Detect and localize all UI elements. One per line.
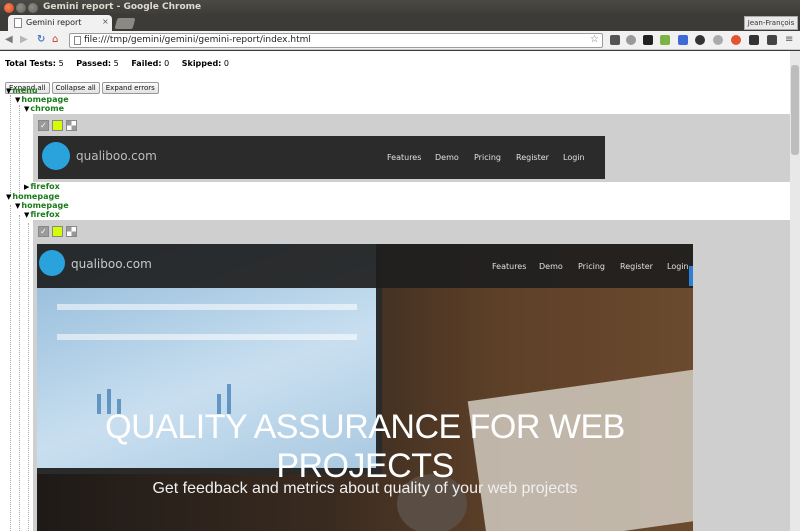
expanded-arrow-icon: ▼ <box>24 211 30 219</box>
scrollbar-thumb[interactable] <box>791 65 799 155</box>
expanded-arrow-icon: ▼ <box>15 96 21 104</box>
tree-guide <box>10 95 11 197</box>
window-minimize-icon[interactable] <box>16 3 26 13</box>
chat-icon[interactable] <box>713 35 723 45</box>
checkmark-icon[interactable]: ✓ <box>38 120 49 131</box>
page-icon <box>14 18 22 28</box>
bookmark-star-icon[interactable]: ☆ <box>590 34 599 45</box>
nav-link: Register <box>620 262 653 271</box>
tree-node-browser[interactable]: ▼firefox <box>24 210 60 219</box>
profile-button[interactable]: Jean-François <box>744 16 798 30</box>
skipped-value: 0 <box>223 59 230 68</box>
tree-guide <box>19 215 20 531</box>
collapsed-arrow-icon: ▶ <box>24 183 30 191</box>
forward-icon[interactable]: ▶ <box>20 34 28 45</box>
moose-logo-icon <box>42 142 70 170</box>
tree-guide <box>19 105 20 197</box>
browser-label: firefox <box>30 182 60 191</box>
tree-node-suite[interactable]: ▼menu <box>6 86 38 95</box>
result-panel: ✓ qualiboo.com Features Demo Pricing Reg… <box>33 114 790 182</box>
tree-node-browser[interactable]: ▶firefox <box>24 182 60 191</box>
window-close-icon[interactable] <box>4 3 14 13</box>
browser-label: chrome <box>30 104 65 113</box>
brand-name: qualiboo.com <box>76 149 157 163</box>
nav-link: Demo <box>435 153 459 162</box>
nav-link: Pricing <box>474 153 501 162</box>
layers-icon[interactable] <box>749 35 759 45</box>
address-url[interactable]: file:///tmp/gemini/gemini/gemini-report/… <box>84 35 311 45</box>
tab-close-icon[interactable]: × <box>102 17 109 26</box>
total-label: Total Tests: <box>5 59 57 68</box>
tree-node-state[interactable]: ▼homepage <box>15 95 69 104</box>
new-tab-button[interactable] <box>114 18 136 29</box>
skipped-label: Skipped: <box>181 59 222 68</box>
nav-link: Features <box>492 262 527 271</box>
nav-link: Login <box>563 153 585 162</box>
passed-value: 5 <box>113 59 119 68</box>
diff-mode-icon[interactable] <box>66 226 77 237</box>
nav-link: Demo <box>539 262 563 271</box>
passed-label: Passed: <box>76 59 112 68</box>
clock-icon[interactable] <box>695 35 705 45</box>
nav-link: Login <box>667 262 689 271</box>
hero-subheadline: Get feedback and metrics about quality o… <box>152 480 578 497</box>
hero-navbar: qualiboo.com Features Demo Pricing Regis… <box>37 244 693 288</box>
expand-errors-button[interactable]: Expand errors <box>101 82 159 94</box>
diff-color-swatch[interactable] <box>52 226 63 237</box>
info-icon[interactable] <box>626 35 636 45</box>
reference-screenshot: qualiboo.com Features Demo Pricing Regis… <box>38 136 605 179</box>
test-summary: Total Tests: 5 Passed: 5 Failed: 0 Skipp… <box>5 59 229 68</box>
brand-name: qualiboo.com <box>71 257 152 271</box>
expanded-arrow-icon: ▼ <box>24 105 30 113</box>
page-scrollbar[interactable] <box>790 51 800 531</box>
total-value: 5 <box>58 59 64 68</box>
android-icon[interactable] <box>660 35 670 45</box>
tab-strip: Gemini report × Jean-François <box>0 14 800 31</box>
tab-gemini-report[interactable]: Gemini report × <box>8 15 112 31</box>
suite-label: homepage <box>12 192 60 201</box>
tree-guide <box>10 205 11 531</box>
hero-headline: QUALITY ASSURANCE FOR WEB PROJECTS <box>105 408 625 485</box>
expanded-arrow-icon: ▼ <box>6 193 12 201</box>
chrome-menu-icon[interactable]: ≡ <box>785 34 793 45</box>
diff-color-swatch[interactable] <box>52 120 63 131</box>
extension-icon[interactable] <box>610 35 620 45</box>
nav-link: Pricing <box>578 262 605 271</box>
download-icon[interactable] <box>731 35 741 45</box>
reload-icon[interactable]: ↻ <box>37 34 45 45</box>
failed-value: 0 <box>164 59 170 68</box>
window-maximize-icon[interactable] <box>28 3 38 13</box>
browser-label: firefox <box>30 210 60 219</box>
home-icon[interactable]: ⌂ <box>52 34 58 45</box>
extension-icon[interactable] <box>678 35 688 45</box>
browser-toolbar: ◀ ▶ ↻ ⌂ file:///tmp/gemini/gemini/gemini… <box>0 31 800 50</box>
suite-label: menu <box>12 86 38 95</box>
tree-guide <box>28 223 29 531</box>
expanded-arrow-icon: ▼ <box>6 87 12 95</box>
extension-icon[interactable] <box>643 35 653 45</box>
state-label: homepage <box>21 95 69 104</box>
tree-node-state[interactable]: ▼homepage <box>15 201 69 210</box>
nav-link: Register <box>516 153 549 162</box>
address-bar[interactable]: file:///tmp/gemini/gemini/gemini-report/… <box>69 33 603 48</box>
tree-node-browser[interactable]: ▼chrome <box>24 104 64 113</box>
nav-link: Features <box>387 153 422 162</box>
diff-mode-icon[interactable] <box>66 120 77 131</box>
state-label: homepage <box>21 201 69 210</box>
scroll-indicator <box>689 266 693 286</box>
extension-icon[interactable] <box>767 35 777 45</box>
collapse-all-button[interactable]: Collapse all <box>51 82 100 94</box>
expanded-arrow-icon: ▼ <box>15 202 21 210</box>
tab-title: Gemini report <box>26 18 82 27</box>
back-icon[interactable]: ◀ <box>5 34 13 45</box>
moose-logo-icon <box>39 250 65 276</box>
tree-node-suite[interactable]: ▼homepage <box>6 192 60 201</box>
checkmark-icon[interactable]: ✓ <box>38 226 49 237</box>
page-icon <box>74 36 81 45</box>
failed-label: Failed: <box>131 59 162 68</box>
window-title: Gemini report - Google Chrome <box>43 2 202 12</box>
